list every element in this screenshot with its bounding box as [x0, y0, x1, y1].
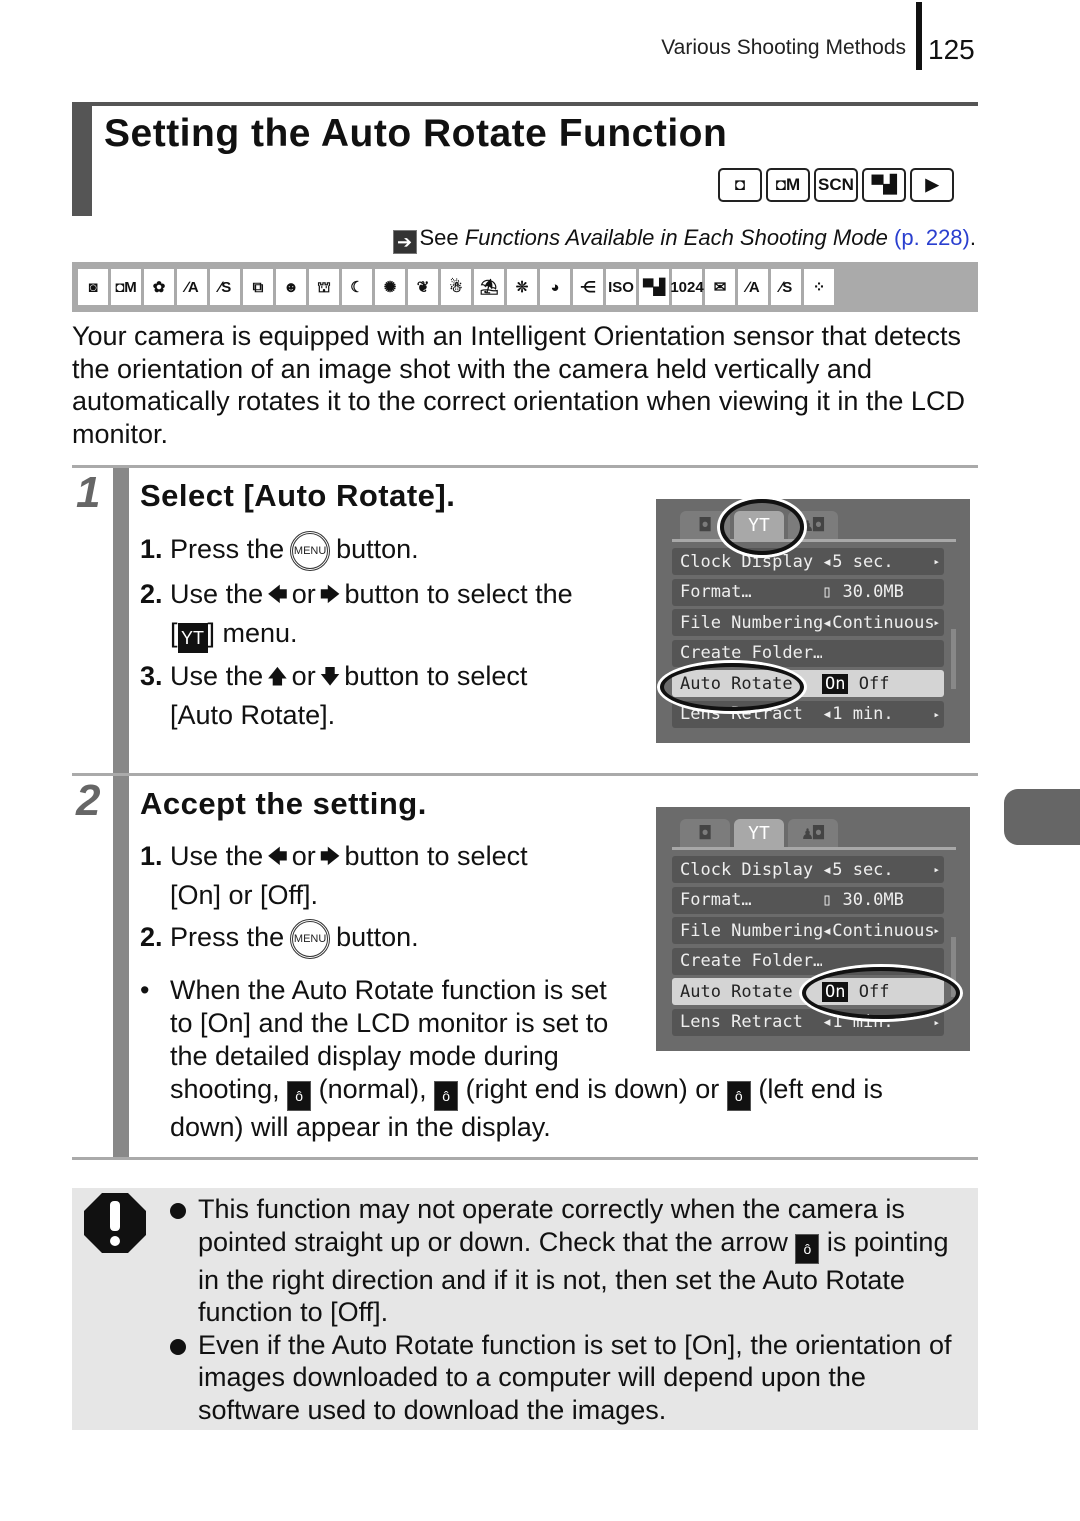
reference-arrow-icon: ➔	[392, 230, 417, 254]
see-suffix: .	[969, 225, 976, 250]
manual-mode-icon: ◘M	[766, 168, 810, 202]
auto-mode-icon: ◘	[718, 168, 762, 202]
substep: 2. Press the MENU button.	[140, 918, 528, 959]
manual-icon: ◘M	[111, 269, 141, 305]
lcd-screenshot-step-1: ◘ ΥT ♟◘ Clock Display ◂5 sec. ▸ Format… ▯ 3…	[656, 499, 970, 743]
playback-mode-icon: ▶	[910, 168, 954, 202]
party-icon: ✺	[375, 269, 405, 305]
left-arrow-icon: 🡄	[267, 846, 288, 868]
camera-tab-icon: ◘	[680, 819, 730, 847]
highlight-ring	[720, 499, 804, 555]
color-accent-icon: ∕A	[177, 269, 207, 305]
right-arrow-icon: 🡆	[319, 583, 341, 606]
up-arrow-icon: 🡅	[267, 665, 288, 688]
substep: 1. Use the 🡄 or 🡆 button to select	[140, 837, 528, 876]
substep-cont: [Auto Rotate].	[170, 699, 336, 730]
digital-macro-icon: ✿	[144, 269, 174, 305]
right-arrow-icon: 🡆	[319, 846, 341, 868]
iso3200-icon: ISO	[606, 269, 636, 305]
scene-mode-icon-strip: ◙ ◘M ✿ ∕A ∕S ⧉ ☻ ⛫ ☾ ✺ ❦ ☃ ⛱ ❊ ◕ ⋲ ISO ▀…	[72, 262, 978, 312]
header-rule	[916, 2, 922, 70]
substep: 2. Use the 🡄 or 🡆 button to select the	[140, 575, 573, 614]
see-title: Functions Available in Each Shooting Mod…	[464, 225, 888, 250]
lcd-row-format: Format… ▯ 30.0MB	[672, 886, 944, 914]
menu-button-icon: MENU	[290, 918, 331, 959]
steps-end-rule	[72, 1157, 978, 1160]
movie-color-swap-icon: ∕S	[771, 269, 801, 305]
highlight-ring	[660, 663, 804, 711]
portrait-icon: ☻	[276, 269, 306, 305]
movie-time-lapse-icon: ⁘	[804, 269, 834, 305]
fireworks-icon: ❊	[507, 269, 537, 305]
caution-text: This function may not operate correctly …	[168, 1193, 968, 1426]
down-arrow-icon: 🡇	[319, 665, 341, 688]
auto-icon: ◙	[78, 269, 108, 305]
snow-icon: ☃	[441, 269, 471, 305]
page-title: Setting the Auto Rotate Function	[104, 112, 728, 155]
movie-standard-icon: ▀▟	[639, 269, 669, 305]
foliage-icon: ❦	[408, 269, 438, 305]
lcd-screenshot-step-2: ◘ ΥT ♟◘ Clock Display ◂5 sec. ▸ Format… ▯ 3…	[656, 807, 970, 1051]
step-2-rule	[72, 773, 978, 776]
lcd-row-file-numbering: File Numbering ◂Continuous ▸	[672, 917, 944, 944]
caution-icon	[84, 1193, 146, 1253]
stitch-assist-icon: ⧉	[243, 269, 273, 305]
orientation-right-down-icon: ô	[434, 1081, 459, 1111]
step-1-rule	[72, 465, 978, 468]
lcd-tabs: ◘ ΥT ♟◘	[672, 817, 956, 850]
setup-menu-icon: ΥT	[177, 622, 208, 653]
lcd-row-clock-display: Clock Display ◂5 sec. ▸	[672, 548, 944, 575]
step-2-instructions: 1. Use the 🡄 or 🡆 button to select [On] or […	[140, 837, 528, 959]
landscape-icon: ⛫	[309, 269, 339, 305]
step-1-number: 1	[76, 468, 101, 517]
title-rule	[72, 102, 978, 106]
movie-1024-icon: 1024	[670, 269, 704, 305]
lcd-tabs: ◘ ΥT ♟◘	[672, 509, 956, 542]
my-camera-tab-icon: ♟◘	[788, 819, 838, 847]
scene-mode-icon: SCN	[814, 168, 858, 202]
lcd-row-file-numbering: File Numbering ◂Continuous ▸	[672, 609, 944, 636]
lcd-row-format: Format… ▯ 30.0MB	[672, 578, 944, 606]
running-header-section: Various Shooting Methods	[661, 36, 906, 59]
step-1-bar	[113, 468, 129, 774]
substep-cont: [On] or [Off].	[170, 880, 319, 910]
chapter-thumb-tab	[1004, 789, 1080, 845]
lcd-scrollbar	[951, 629, 956, 689]
left-arrow-icon: 🡄	[267, 583, 288, 606]
see-page-link[interactable]: (p. 228)	[894, 225, 970, 250]
step-2-bar	[113, 776, 129, 1158]
highlight-ring	[802, 967, 960, 1019]
step-2-number: 2	[76, 776, 101, 825]
see-prefix: See	[419, 225, 465, 250]
orientation-left-down-icon: ô	[726, 1081, 751, 1111]
lcd-row-create-folder: Create Folder…	[672, 639, 944, 667]
setup-tab-icon: ΥT	[734, 819, 784, 847]
underwater-icon: ⋲	[573, 269, 603, 305]
substep: 3. Use the 🡅 or 🡇 button to select	[140, 657, 573, 696]
intro-paragraph: Your camera is equipped with an Intellig…	[72, 321, 965, 449]
movie-color-accent-icon: ∕A	[738, 269, 768, 305]
step-1-instructions: 1. Press the MENU button. 2. Use the 🡄 or 🡆 bu…	[140, 530, 573, 734]
movie-email-icon: ✉	[705, 269, 735, 305]
aquarium-icon: ◕	[540, 269, 570, 305]
mode-icons: ◘ ◘M SCN ▀▟ ▶	[718, 168, 954, 202]
orientation-arrow-icon: ô	[795, 1233, 820, 1264]
step-1-title: Select [Auto Rotate].	[140, 478, 456, 513]
see-also-reference: ➔ See Functions Available in Each Shootin…	[0, 225, 976, 254]
night-snapshot-icon: ☾	[342, 269, 372, 305]
note-bullet: •	[140, 975, 150, 1005]
step-2-title: Accept the setting.	[140, 786, 427, 821]
title-side-bar	[72, 102, 92, 216]
beach-icon: ⛱	[474, 269, 504, 305]
page-number: 125	[928, 34, 975, 65]
substep-cont: [ΥT] menu.	[140, 614, 573, 653]
caution-item: Even if the Auto Rotate function is set …	[168, 1329, 968, 1427]
lcd-row-clock-display: Clock Display ◂5 sec. ▸	[672, 856, 944, 883]
menu-button-icon: MENU	[290, 530, 331, 571]
substep: 1. Press the MENU button.	[140, 530, 573, 571]
orientation-normal-icon: ô	[287, 1081, 312, 1111]
caution-item: This function may not operate correctly …	[168, 1193, 968, 1329]
color-swap-icon: ∕S	[210, 269, 240, 305]
movie-mode-icon: ▀▟	[862, 168, 906, 202]
